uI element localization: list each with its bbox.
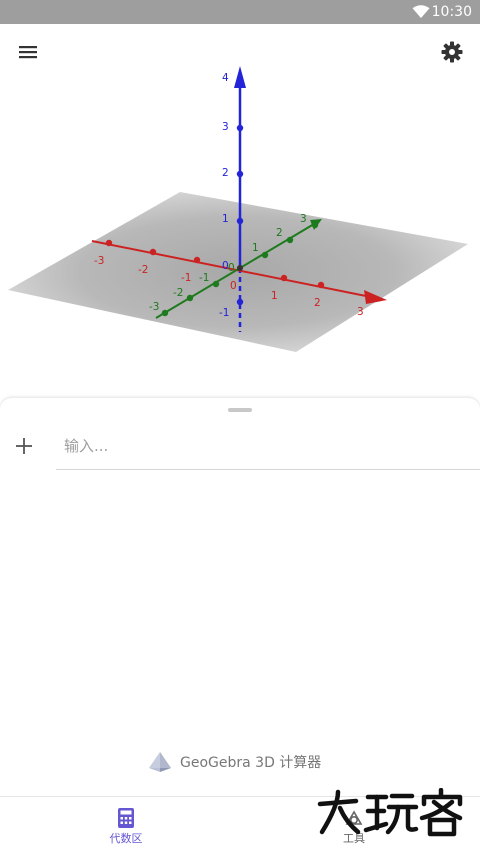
algebra-input[interactable]: [64, 432, 464, 460]
origin-point: [237, 265, 243, 271]
y-label-2: 2: [276, 227, 283, 239]
tab-algebra[interactable]: 代数区: [66, 797, 186, 853]
settings-button[interactable]: [440, 40, 464, 64]
app-name: GeoGebra 3D 计算器: [180, 755, 322, 771]
status-time: 10:30: [431, 4, 472, 20]
y-label-0: 0: [228, 262, 235, 274]
menu-button[interactable]: [16, 40, 40, 64]
x-label-0: 0: [230, 280, 237, 292]
plus-icon: [16, 438, 32, 454]
z-label-neg1: -1: [219, 307, 229, 319]
geogebra-pyramid-icon: [149, 752, 171, 772]
panel-drag-handle[interactable]: [228, 408, 252, 412]
xy-plane: [8, 192, 468, 352]
z-label-0: 0: [222, 260, 229, 272]
menu-icon: [19, 46, 37, 59]
y-label-1: 1: [252, 242, 259, 254]
wifi-icon: [412, 5, 430, 19]
algebra-input-row: [56, 422, 480, 470]
x-label-2: 2: [314, 297, 321, 309]
x-label-3: 3: [357, 306, 364, 318]
graphics-3d-view[interactable]: -3 -2 -1 0 1 2 3 -3 -2 -1 0 1 2 3 -1 0 1…: [0, 24, 480, 400]
add-item-button[interactable]: [12, 434, 36, 458]
z-label-1: 1: [222, 213, 229, 225]
x-label-1: 1: [271, 290, 278, 302]
x-label-neg1: -1: [181, 272, 191, 284]
gear-icon: [441, 41, 463, 63]
app-brand: GeoGebra 3D 计算器: [148, 750, 321, 774]
y-label-neg1: -1: [199, 272, 209, 284]
status-bar: 10:30: [0, 0, 480, 24]
calculator-icon: [118, 808, 134, 828]
x-label-neg3: -3: [94, 255, 104, 267]
tab-algebra-label: 代数区: [109, 832, 143, 845]
z-label-3: 3: [222, 121, 229, 133]
z-label-2: 2: [222, 167, 229, 179]
y-label-neg2: -2: [173, 287, 183, 299]
watermark-logo: [317, 788, 463, 837]
graphics-3d-canvas[interactable]: -3 -2 -1 0 1 2 3 -3 -2 -1 0 1 2 3 -1 0 1…: [0, 24, 480, 400]
y-label-neg3: -3: [149, 301, 159, 313]
algebra-panel: [0, 398, 480, 798]
z-label-4: 4: [222, 72, 229, 84]
y-label-3: 3: [300, 213, 307, 225]
z-axis-arrow: [234, 66, 246, 88]
x-label-neg2: -2: [138, 264, 148, 276]
